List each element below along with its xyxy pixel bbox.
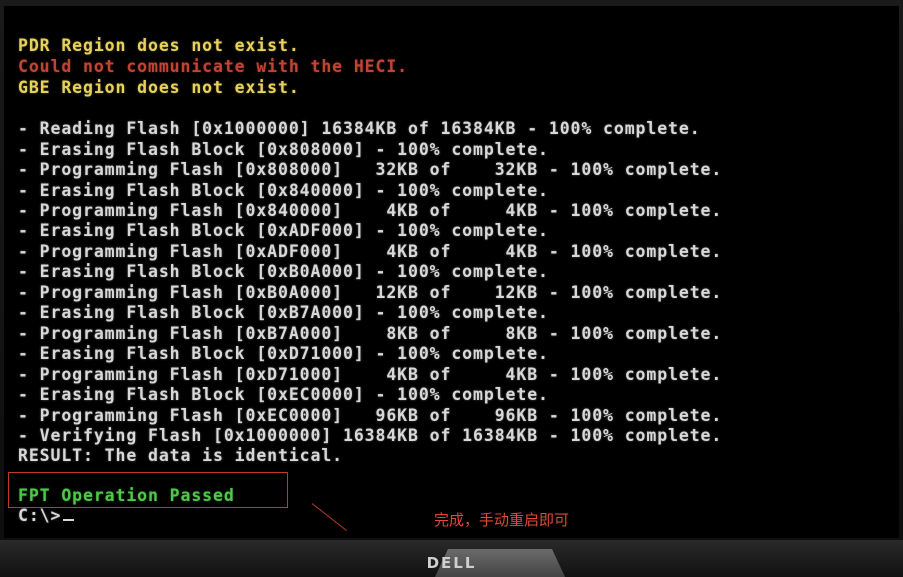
annotation-highlight-box [8,472,288,508]
annotation-note: 完成，手动重启即可 [434,511,570,529]
command-prompt[interactable]: C:\> [18,506,75,525]
console-line-erase-b0a000: - Erasing Flash Block [0xB0A000] - 100% … [18,262,549,281]
console-line-erase-840000: - Erasing Flash Block [0x840000] - 100% … [18,181,549,200]
console-line-program-808000: - Programming Flash [0x808000] 32KB of 3… [18,160,723,179]
text-cursor [63,519,75,521]
console-screen: PDR Region does not exist. Could not com… [4,6,899,538]
console-line-verifying-flash: - Verifying Flash [0x1000000] 16384KB of… [18,426,723,445]
console-line-reading-flash: - Reading Flash [0x1000000] 16384KB of 1… [18,119,701,138]
console-line-heci-error: Could not communicate with the HECI. [18,57,409,76]
console-line-program-ec0000: - Programming Flash [0xEC0000] 96KB of 9… [18,406,723,425]
console-line-gbe-region: GBE Region does not exist. [18,78,300,97]
console-line-program-d71000: - Programming Flash [0xD71000] 4KB of 4K… [18,365,723,384]
prompt-text: C:\> [18,506,62,525]
console-line-program-b0a000: - Programming Flash [0xB0A000] 12KB of 1… [18,283,723,302]
dell-logo: DELL [426,554,477,572]
console-line-erase-d71000: - Erasing Flash Block [0xD71000] - 100% … [18,344,549,363]
console-line-erase-b7a000: - Erasing Flash Block [0xB7A000] - 100% … [18,303,549,322]
console-line-erase-ec0000: - Erasing Flash Block [0xEC0000] - 100% … [18,385,549,404]
console-line-program-b7a000: - Programming Flash [0xB7A000] 8KB of 8K… [18,324,723,343]
console-line-result: RESULT: The data is identical. [18,446,344,465]
console-line-pdr-region: PDR Region does not exist. [18,36,300,55]
console-line-erase-adf000: - Erasing Flash Block [0xADF000] - 100% … [18,221,549,240]
console-line-erase-808000: - Erasing Flash Block [0x808000] - 100% … [18,140,549,159]
console-line-program-adf000: - Programming Flash [0xADF000] 4KB of 4K… [18,242,723,261]
console-line-program-840000: - Programming Flash [0x840000] 4KB of 4K… [18,201,723,220]
